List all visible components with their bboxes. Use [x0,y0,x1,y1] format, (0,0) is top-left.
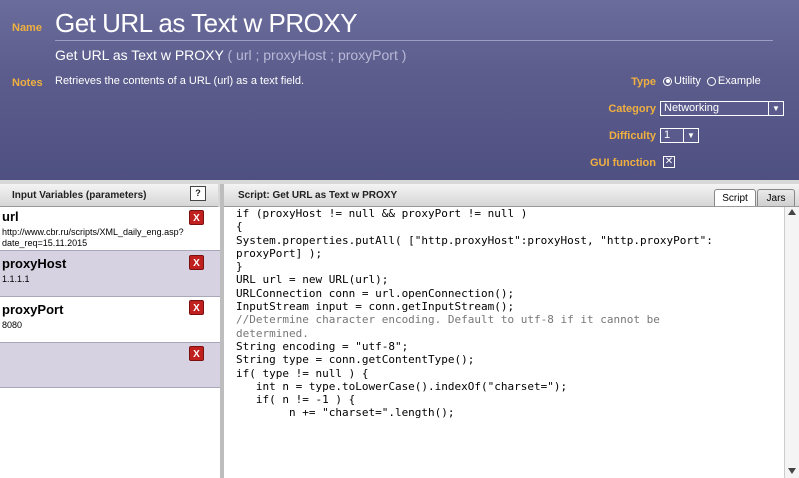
category-value: Networking [664,102,720,114]
function-header: Name Get URL as Text w PROXY Get URL as … [0,0,799,180]
delete-variable-button[interactable]: X [189,300,204,315]
variable-name[interactable]: url [2,209,19,224]
type-utility-radio[interactable]: Utility [663,75,701,87]
code-line: int n = type.toLowerCase().indexOf("char… [236,379,568,393]
code-line: String encoding = "utf-8"; [236,339,409,353]
radio-unselected-icon [706,76,716,86]
type-label: Type [631,76,656,88]
variable-value[interactable]: 1.1.1.1 [2,274,192,285]
code-comment-line: determined. [236,326,309,340]
title-divider [55,40,773,41]
function-name-field[interactable]: Get URL as Text w PROXY [55,8,358,39]
code-comment-line: //Determine character encoding. Default … [236,313,660,327]
code-line: proxyPort] ); [236,246,323,260]
variable-row[interactable]: X [0,343,220,388]
notes-field[interactable]: Retrieves the contents of a URL (url) as… [55,75,304,87]
category-label: Category [608,103,656,115]
scroll-up-icon[interactable] [788,209,796,215]
variable-row[interactable]: url http://www.cbr.ru/scripts/XML_daily_… [0,207,220,251]
type-radio-group: Utility Example [663,75,761,87]
code-line: n += "charset=".length(); [236,406,455,420]
script-title: Script: Get URL as Text w PROXY [238,190,398,201]
code-line: if( n != -1 ) { [236,393,356,407]
vertical-scrollbar[interactable] [784,207,799,478]
tab-jars[interactable]: Jars [757,189,795,206]
function-signature: Get URL as Text w PROXY ( url ; proxyHos… [55,47,406,63]
code-line: String type = conn.getContentType(); [236,353,475,367]
category-select[interactable]: Networking ▼ [660,101,784,116]
radio-selected-icon [663,76,672,86]
script-header: Script: Get URL as Text w PROXY [224,184,799,207]
help-button[interactable]: ? [190,186,206,201]
code-line: URL url = new URL(url); [236,273,389,287]
scroll-down-icon[interactable] [788,468,796,474]
type-example-radio[interactable]: Example [706,75,761,87]
code-line: { [236,220,243,234]
script-editor[interactable]: if (proxyHost != null && proxyPort != nu… [224,207,784,478]
code-line: if( type != null ) { [236,366,369,380]
variable-value[interactable]: http://www.cbr.ru/scripts/XML_daily_eng.… [2,227,192,249]
variable-name[interactable]: proxyHost [2,256,66,271]
code-line: InputStream input = conn.getInputStream(… [236,300,515,314]
variable-value[interactable]: 8080 [2,320,192,331]
chevron-down-icon: ▼ [683,129,698,142]
code-line: } [236,260,243,274]
signature-args: ( url ; proxyHost ; proxyPort ) [223,47,407,63]
chevron-down-icon: ▼ [768,102,783,115]
code-line: URLConnection conn = url.openConnection(… [236,286,515,300]
delete-variable-button[interactable]: X [189,346,204,361]
code-line: System.properties.putAll( ["http.proxyHo… [236,233,713,247]
delete-variable-button[interactable]: X [189,255,204,270]
difficulty-value: 1 [664,129,671,141]
gui-function-checkbox[interactable]: ✕ [663,156,675,168]
signature-name: Get URL as Text w PROXY [55,47,224,63]
difficulty-select[interactable]: 1 ▼ [660,128,699,143]
input-variables-title: Input Variables (parameters) [12,190,147,201]
gui-function-label: GUI function [590,157,656,169]
variable-row[interactable]: proxyHost 1.1.1.1 X [0,251,220,297]
name-label: Name [12,22,42,34]
difficulty-label: Difficulty [608,130,656,142]
input-variables-header: Input Variables (parameters) ? [0,184,218,207]
variable-name[interactable]: proxyPort [2,302,63,317]
delete-variable-button[interactable]: X [189,210,204,225]
tab-script[interactable]: Script [714,189,756,206]
variable-row[interactable]: proxyPort 8080 X [0,297,220,343]
code-line: if (proxyHost != null && proxyPort != nu… [236,207,528,220]
notes-label: Notes [12,77,43,89]
input-variables-list: url http://www.cbr.ru/scripts/XML_daily_… [0,207,220,478]
